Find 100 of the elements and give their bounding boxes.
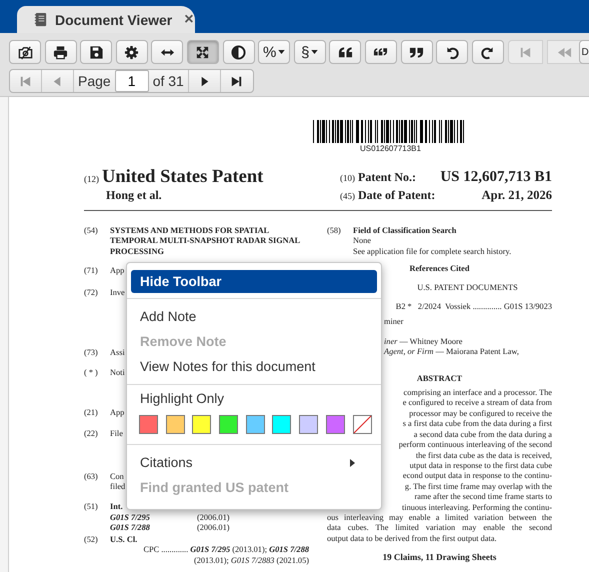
color-swatch[interactable] [246,415,265,434]
undo-icon [444,44,460,60]
page-number-field[interactable]: 1 [114,70,149,92]
save-button[interactable] [80,40,112,64]
field-text: filed [110,482,126,492]
field-number: (71) [84,266,99,277]
reference-entry: B2 * 2/2024 Vossiek .............. G01S 13/9023 [394,302,552,312]
abstract-line: data cubes. The limited variation may enable the second [327,523,552,534]
camera-button[interactable] [9,40,41,64]
menu-item[interactable]: Hide Toolbar [131,270,377,293]
color-swatch[interactable] [139,415,158,434]
class-version: (2006.01) [197,512,230,522]
submenu-item[interactable]: Citations [131,450,377,475]
open-quote-icon [338,44,353,60]
abstract-line: g. The first time frame may overlap with the [404,482,552,492]
field-text: Inve [110,288,125,298]
field-text: App [110,266,124,277]
abstract-line: perform continuous interleaving of the second [398,440,552,450]
date-label: Date of Patent: [358,190,436,200]
quotes-button[interactable] [364,40,397,64]
abstract-line: utput data in response to the first data cube [410,460,552,472]
color-swatch[interactable] [192,415,212,434]
cpc-line: (2013.01); G01S 7/2883 (2021.05) [192,556,309,566]
color-swatch[interactable] [326,415,345,434]
menu-item[interactable]: View Notes for this document [131,354,377,379]
no-color-swatch[interactable] [352,415,372,434]
horizontal-arrows-button[interactable] [151,40,184,64]
tab-title: Document Viewer [55,12,172,28]
settings-icon [124,44,140,60]
expand-button[interactable] [186,40,219,64]
field-text: Assi [110,348,125,358]
abstract-line: econd output data in response to the continu- [402,471,552,482]
barcode-number: US012607713B1 [360,143,421,154]
notebook-icon [33,12,48,27]
abstract-line: the first data cube as the data is received, [416,450,552,461]
menu-item[interactable]: Add Note [131,304,377,329]
field-number: (22) [84,429,99,440]
field-number: ( * ) [84,368,99,379]
field-number: (72) [84,288,99,298]
class-code: G01S 7/295 [110,512,151,524]
examiner-line: Agent, or Firm — Maiorana Patent Law, [382,347,520,358]
section-heading: References Cited [408,264,470,275]
close-button[interactable]: × [184,12,194,28]
abstract-line: comprising an interface and a processor. The [404,388,552,398]
abstract-line: processor may be configured to receive the [409,408,552,420]
open-quote-button[interactable] [329,40,362,64]
field-text: Con [110,472,124,482]
undo-button[interactable] [436,40,468,64]
field-heading: Int. [110,502,124,513]
field-number: (12) [84,174,99,184]
section-heading: ABSTRACT [416,374,464,384]
redo-icon [480,44,496,60]
close-quote-button[interactable] [400,40,433,64]
abstract-line: e configured to receive a stream of data from [402,398,552,409]
field-number: (52) [84,534,99,546]
camera-icon [18,44,32,60]
abstract-line: s a first data cube from the data during a first [402,419,552,430]
field-number: (63) [84,472,99,483]
abstract-line: tinuous interleaving. Performing the continu- [402,502,552,513]
field-heading: Field of Classification Search [353,226,458,236]
field-text: File [110,429,123,440]
color-swatch[interactable] [166,415,185,434]
field-number: (54) [84,226,99,237]
claims-summary: 19 Claims, 11 Drawing Sheets [382,552,498,563]
contrast-button[interactable] [222,40,255,64]
print-button[interactable] [44,40,77,64]
color-swatch[interactable] [219,415,238,434]
save-icon [88,44,104,60]
color-swatch[interactable] [299,415,318,434]
field-number: (51) [84,502,99,514]
toolbar-button[interactable]: % [258,40,290,64]
inventor-name: Hong et al. [106,190,162,200]
field-text: None [353,236,372,247]
caret-icon [278,50,286,54]
menu-heading: Highlight Only [139,390,226,408]
class-code: G01S 7/288 [110,523,151,534]
abstract-line: a second data cube from the data during a [414,430,552,440]
print-icon [53,44,68,60]
field-number: (58) [327,226,342,237]
document-viewer-tab[interactable]: Document Viewer × [17,6,195,33]
contrast-icon [231,44,246,60]
field-number: (45) [340,191,355,202]
page-count: of 31 [148,70,189,92]
field-text: Noti [110,368,125,379]
field-number: (21) [84,408,99,418]
section-subheading: U.S. PATENT DOCUMENTS [416,282,519,294]
expand-icon [195,44,210,60]
field-heading: U.S. Cl. [110,534,138,546]
page-label: Page [77,72,112,91]
color-swatch[interactable] [272,415,292,434]
submenu-arrow-icon [350,458,355,466]
submenu-label: Citations [140,454,193,472]
patent-number-label: Patent No.: [358,172,416,182]
abstract-line: output data to be derived from the first output data. [327,534,498,544]
class-version: (2006.01) [197,523,230,532]
redo-button[interactable] [472,40,504,64]
abstract-line: ous interleaving may enable a limited variation between the [327,512,552,524]
toolbar-button[interactable]: § [294,40,326,64]
settings-button[interactable] [116,40,148,64]
field-text: See application file for complete search history. [353,246,512,258]
